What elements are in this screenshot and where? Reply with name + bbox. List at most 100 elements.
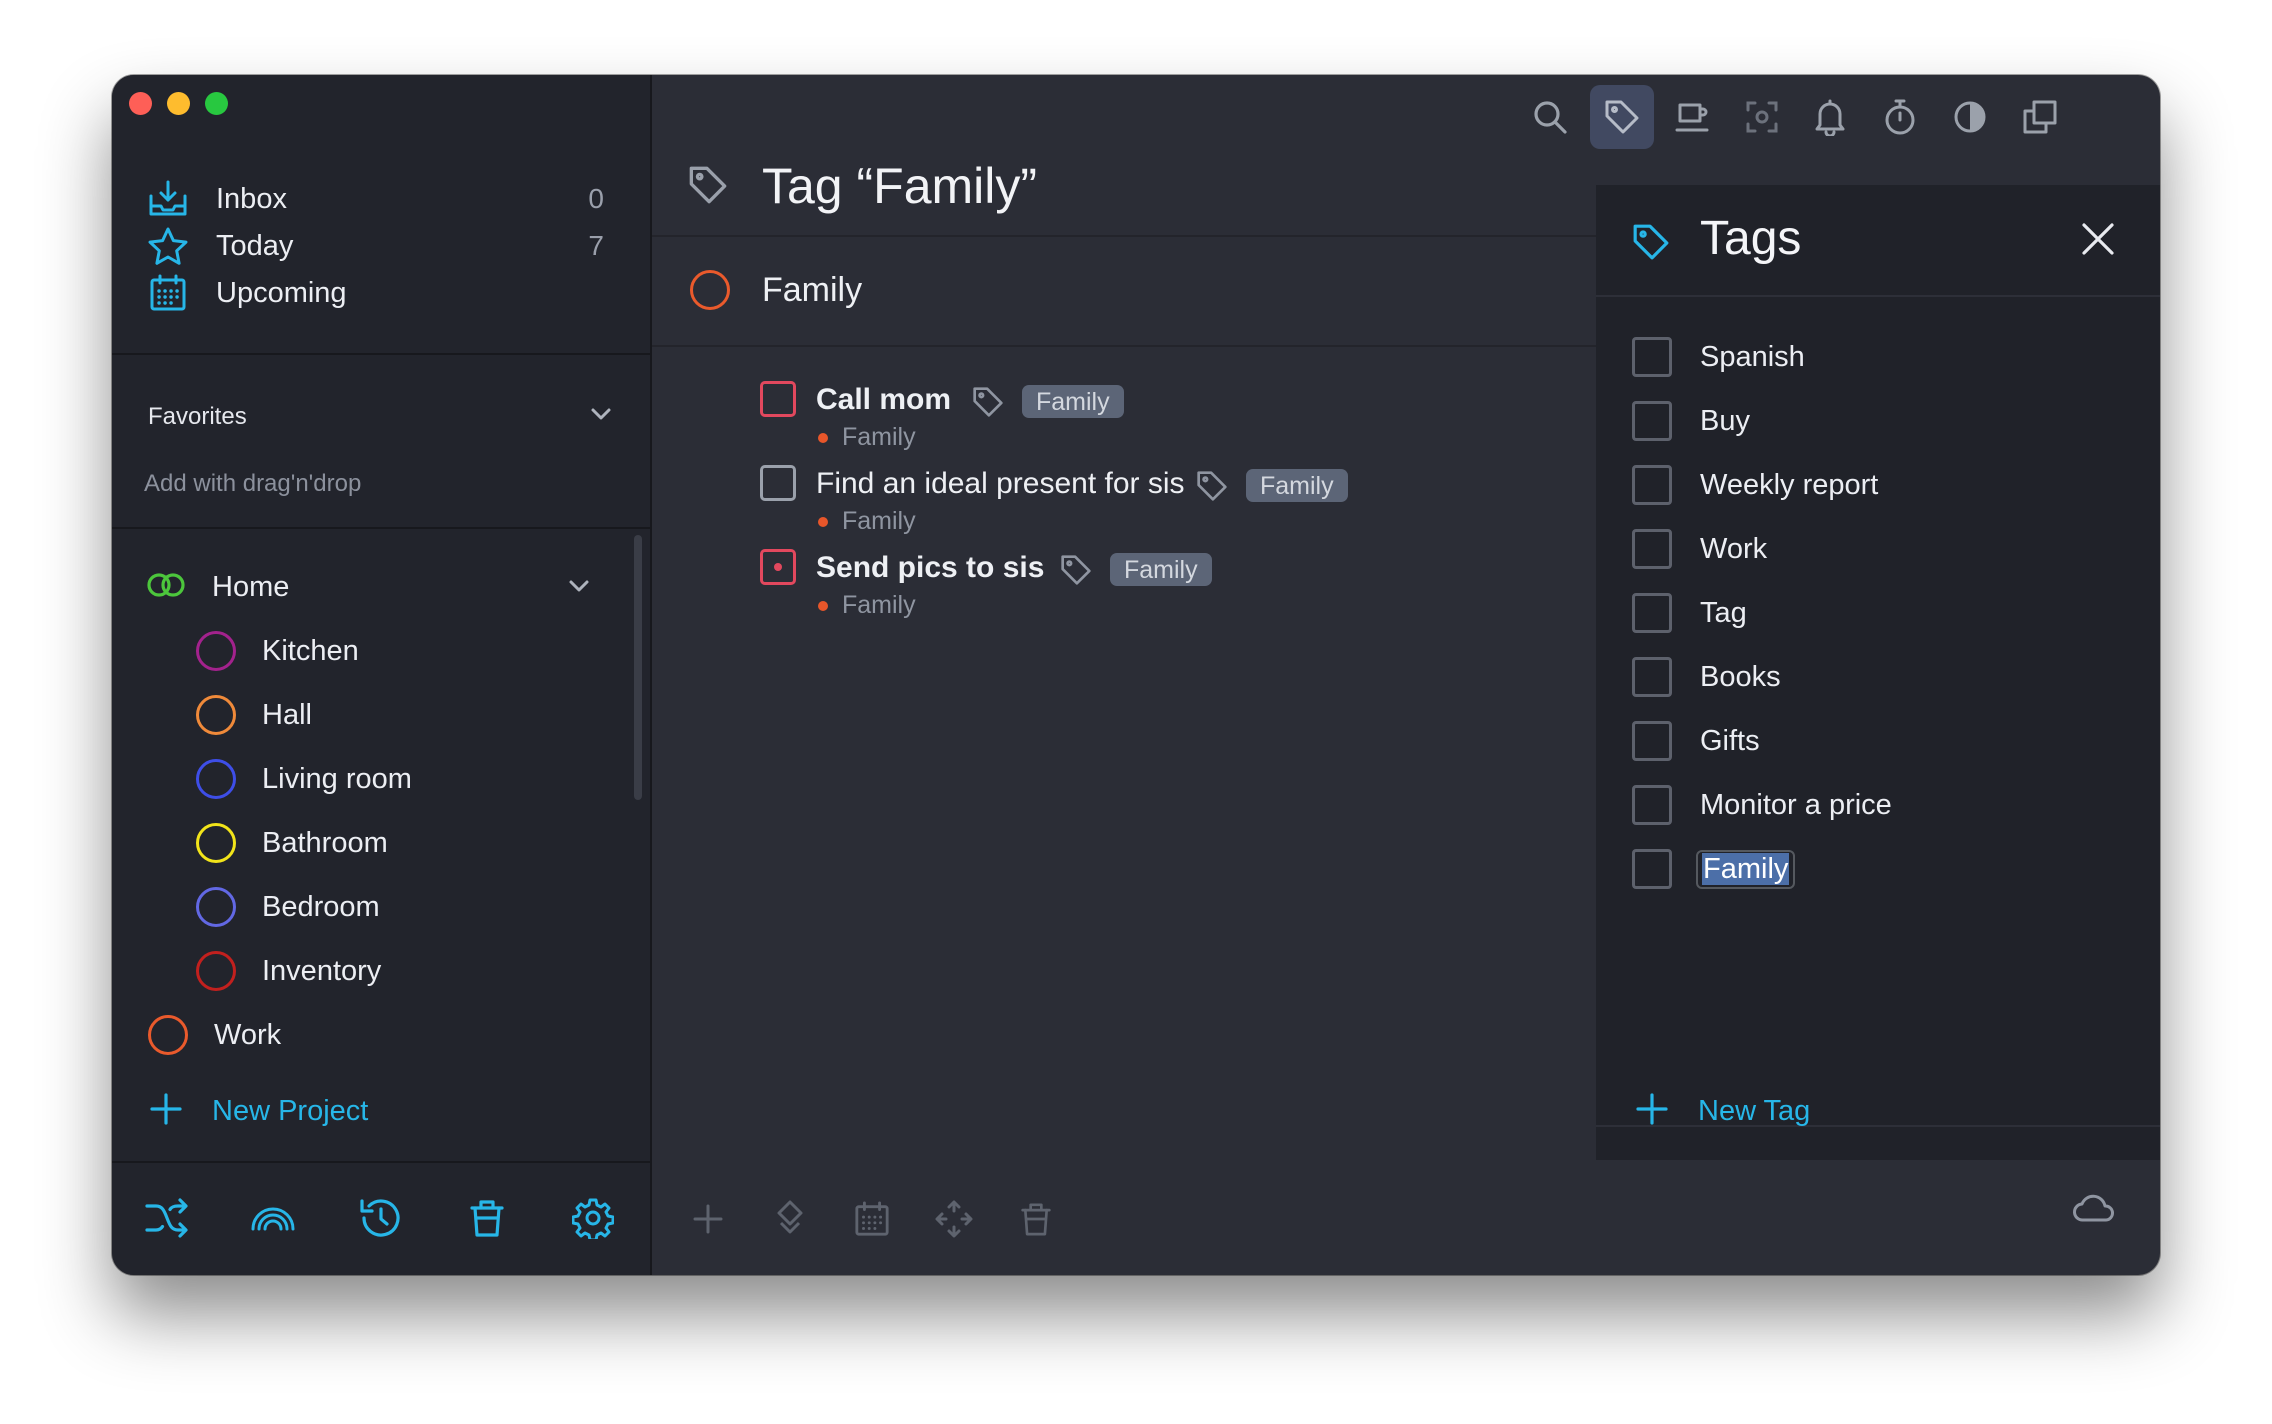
chevron-down-icon[interactable]	[588, 401, 614, 432]
tags-panel: Tags Spanish Buy Weekly report Work Tag	[1596, 185, 2160, 1160]
history-icon[interactable]	[351, 1189, 409, 1247]
divider	[112, 1161, 652, 1163]
project-ring-icon	[196, 759, 236, 799]
new-project-button[interactable]: New Project	[146, 1083, 368, 1139]
tag-row-weekly-report[interactable]: Weekly report	[1632, 457, 1878, 513]
tag-checkbox[interactable]	[1632, 721, 1672, 761]
tag-chip[interactable]: Family	[1022, 385, 1124, 418]
sidebar-scrollbar[interactable]	[634, 535, 642, 800]
tag-icon	[1632, 223, 1670, 266]
project-living-room[interactable]: Living room	[196, 751, 412, 807]
trash-icon[interactable]	[458, 1189, 516, 1247]
group-title: Family	[762, 271, 863, 309]
project-ring-icon	[148, 1015, 188, 1055]
plus-icon[interactable]	[680, 1191, 736, 1247]
tag-label: Work	[1700, 532, 1768, 565]
zoom-window-button[interactable]	[205, 92, 228, 115]
project-kitchen[interactable]: Kitchen	[196, 623, 359, 679]
tag-icon	[1061, 554, 1091, 585]
calendar-icon[interactable]	[844, 1191, 900, 1247]
project-ring-icon	[196, 887, 236, 927]
tag-checkbox[interactable]	[1632, 785, 1672, 825]
tag-checkbox[interactable]	[1632, 529, 1672, 569]
tags-panel-header: Tags	[1596, 185, 2160, 297]
tag-row-spanish[interactable]: Spanish	[1632, 329, 1805, 385]
project-dot-icon	[818, 600, 828, 611]
tag-label: Monitor a price	[1700, 788, 1892, 821]
project-label: Home	[212, 570, 290, 603]
page-title: Tag “Family”	[762, 158, 1038, 214]
task-project-label: Family	[842, 507, 916, 535]
sidebar-item-upcoming[interactable]: Upcoming	[146, 263, 626, 323]
tag-name-edit-field[interactable]: Family	[1696, 849, 1796, 889]
task-project: Family	[818, 423, 916, 452]
task-tags: Family	[972, 385, 1124, 418]
cloud-sync-icon[interactable]	[2072, 1191, 2116, 1228]
project-ring-icon	[196, 951, 236, 991]
project-inventory[interactable]: Inventory	[196, 943, 381, 999]
page-header: Tag “Family”	[652, 135, 1600, 235]
task-row[interactable]: Find an ideal present for sis Family Fam…	[760, 461, 1560, 545]
project-label: Work	[214, 1018, 282, 1051]
project-bedroom[interactable]: Bedroom	[196, 879, 380, 935]
timer-icon[interactable]	[1868, 85, 1932, 149]
sidebar-item-label: Today	[216, 229, 294, 262]
tag-checkbox[interactable]	[1632, 337, 1672, 377]
tag-checkbox[interactable]	[1632, 849, 1672, 889]
theme-contrast-icon[interactable]	[1938, 85, 2002, 149]
project-work[interactable]: Work	[148, 1007, 281, 1063]
tag-row-books[interactable]: Books	[1632, 649, 1781, 705]
close-window-button[interactable]	[129, 92, 152, 115]
new-window-icon[interactable]	[2008, 85, 2072, 149]
coffee-icon[interactable]	[1660, 85, 1724, 149]
rainbow-icon[interactable]	[244, 1189, 302, 1247]
project-dot-icon	[818, 516, 828, 527]
minimize-window-button[interactable]	[167, 92, 190, 115]
new-tag-button[interactable]: New Tag	[1632, 1083, 1810, 1139]
tag-checkbox[interactable]	[1632, 465, 1672, 505]
task-row[interactable]: Send pics to sis Family Family	[760, 545, 1560, 629]
project-bathroom[interactable]: Bathroom	[196, 815, 388, 871]
project-label: Hall	[262, 698, 312, 731]
task-row[interactable]: Call mom Family Family	[760, 377, 1560, 461]
project-label: Kitchen	[262, 634, 359, 667]
tag-label: Weekly report	[1700, 468, 1879, 501]
selected-text: Family	[1702, 852, 1790, 885]
task-checkbox[interactable]	[760, 465, 796, 501]
tag-label: Spanish	[1700, 340, 1805, 373]
bell-icon[interactable]	[1798, 85, 1862, 149]
focus-icon[interactable]	[1730, 85, 1794, 149]
new-tag-label: New Tag	[1698, 1094, 1811, 1127]
tag-checkbox[interactable]	[1632, 401, 1672, 441]
tag-row-tag[interactable]: Tag	[1632, 585, 1747, 641]
project-group-header[interactable]: Family	[652, 237, 1600, 345]
tag-row-gifts[interactable]: Gifts	[1632, 713, 1760, 769]
project-home[interactable]: Home	[146, 559, 289, 615]
shuffle-icon[interactable]	[138, 1189, 196, 1247]
task-title: Call mom	[816, 383, 952, 416]
star-icon	[146, 224, 190, 268]
tag-chip[interactable]: Family	[1246, 469, 1348, 502]
tags-panel-title: Tags	[1700, 212, 1802, 265]
tag-row-monitor-a-price[interactable]: Monitor a price	[1632, 777, 1892, 833]
trash-icon[interactable]	[1008, 1191, 1064, 1247]
divider	[652, 345, 1600, 347]
task-checkbox[interactable]	[760, 549, 796, 585]
tag-label: Books	[1700, 660, 1781, 693]
tag-checkbox[interactable]	[1632, 657, 1672, 697]
task-title: Find an ideal present for sis	[816, 467, 1185, 500]
task-checkbox[interactable]	[760, 381, 796, 417]
chevron-down-icon[interactable]	[566, 573, 592, 604]
project-label: Living room	[262, 762, 412, 795]
tag-row-buy[interactable]: Buy	[1632, 393, 1750, 449]
tag-checkbox[interactable]	[1632, 593, 1672, 633]
gear-icon[interactable]	[564, 1189, 622, 1247]
tag-row-work[interactable]: Work	[1632, 521, 1767, 577]
tag-row-family[interactable]: Family	[1632, 841, 1796, 897]
priority-icon[interactable]	[762, 1191, 818, 1247]
tag-chip[interactable]: Family	[1110, 553, 1212, 586]
close-icon[interactable]	[2074, 215, 2122, 263]
move-icon[interactable]	[926, 1191, 982, 1247]
task-action-bar	[652, 1165, 1600, 1275]
project-hall[interactable]: Hall	[196, 687, 312, 743]
